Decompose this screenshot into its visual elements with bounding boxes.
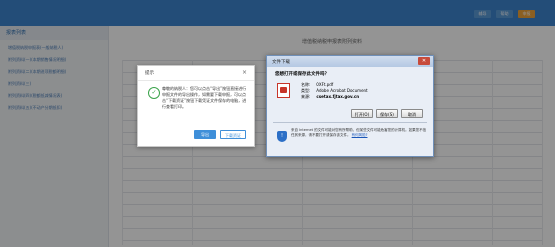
file-source: csetax.fjtax.gov.cn — [316, 94, 360, 99]
download-certificate-button[interactable]: 下载资证 — [220, 130, 246, 139]
dialog-titlebar[interactable]: 文件下载 ✕ — [267, 56, 433, 67]
tip-dialog-header: 提示 × — [138, 66, 254, 81]
tip-dialog: 提示 × ✓ 尊敬的纳税人：您可以点击“导出”按钮直接进行申报文件的导出操作，如… — [137, 65, 255, 147]
file-type: Adobe Acrobat Document — [316, 88, 368, 93]
file-source-row: 来源: csetax.fjtax.gov.cn — [301, 94, 360, 99]
close-icon[interactable]: ✕ — [418, 57, 430, 65]
tip-message: 尊敬的纳税人：您可以点击“导出”按钮直接进行申报文件的导出操作，如需要下载申报，… — [162, 86, 247, 109]
risk-link[interactable]: 有何风险? — [352, 133, 368, 137]
security-warning: 来自 Internet 的文件可能对您有所帮助，但某些文件可能危害您的计算机。如… — [291, 128, 427, 137]
dialog-title: 文件下载 — [272, 60, 290, 65]
check-circle-icon: ✓ — [148, 87, 160, 99]
file-download-dialog: 文件下载 ✕ 您想打开或保存此文件吗？ 名称: 0XFt.pdf 类型: Ado… — [266, 55, 434, 157]
file-name: 0XFt.pdf — [316, 82, 334, 87]
shield-warning-icon: ! — [277, 131, 287, 142]
save-button[interactable]: 保存(S) — [376, 109, 398, 118]
export-button[interactable]: 导出 — [194, 130, 216, 139]
close-icon[interactable]: × — [242, 69, 247, 76]
download-question: 您想打开或保存此文件吗？ — [275, 72, 329, 77]
cancel-button[interactable]: 取消 — [401, 109, 423, 118]
pdf-file-icon — [277, 83, 290, 98]
open-button[interactable]: 打开(O) — [351, 109, 373, 118]
tip-dialog-title: 提示 — [145, 71, 154, 76]
divider — [273, 122, 427, 123]
